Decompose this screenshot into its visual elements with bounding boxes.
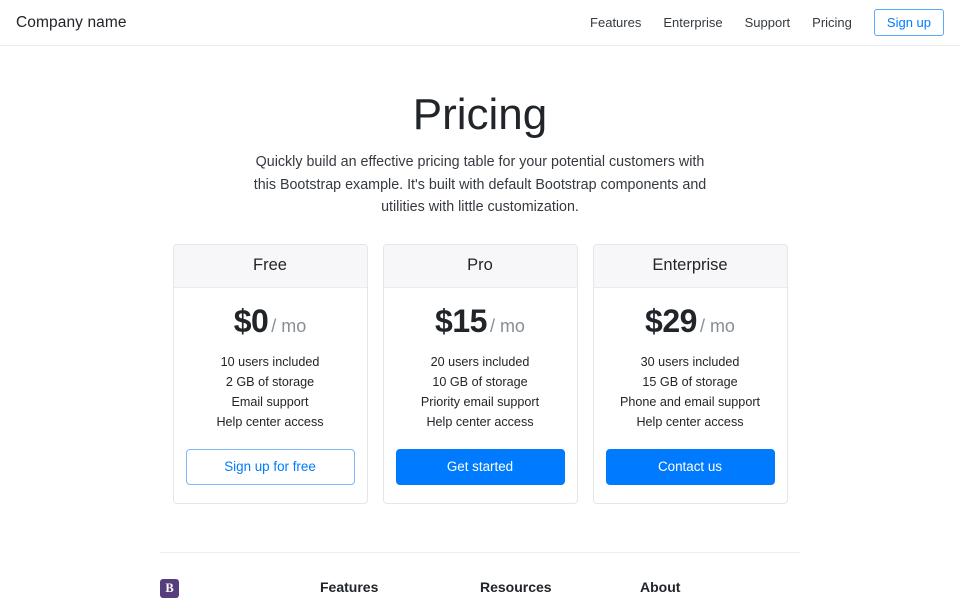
nav-item-pricing[interactable]: Pricing — [801, 16, 863, 29]
main-navigation: Features Enterprise Support Pricing Sign… — [579, 9, 944, 36]
footer-column-resources: Resources Resource Resource name Another… — [480, 579, 640, 600]
plan-feature-item: Phone and email support — [619, 395, 761, 410]
plan-feature-item: 20 users included — [430, 355, 530, 370]
card-body: $0/ mo 10 users included 2 GB of storage… — [174, 288, 367, 503]
pricing-card-pro: Pro $15/ mo 20 users included 10 GB of s… — [382, 244, 578, 504]
card-header: Free — [173, 245, 367, 289]
footer-wrapper: B © 2017 Features Cool stuff Random feat… — [160, 504, 800, 600]
footer-column-features: Features Cool stuff Random feature Team … — [320, 579, 480, 600]
plan-name: Pro — [467, 256, 493, 275]
nav-item-features[interactable]: Features — [579, 16, 652, 29]
card-header: Pro — [383, 245, 577, 289]
footer-column-title: Resources — [480, 578, 552, 595]
card-header: Enterprise — [593, 245, 787, 289]
plan-feature-item: Help center access — [636, 415, 744, 430]
plan-feature-list: 10 users included 2 GB of storage Email … — [216, 353, 323, 433]
plan-price-amount: $0 — [233, 303, 269, 340]
page-lead-text: Quickly build an effective pricing table… — [253, 154, 707, 215]
pricing-card-deck: Free $0/ mo 10 users included 2 GB of st… — [0, 244, 960, 504]
plan-feature-item: 10 users included — [220, 355, 320, 370]
plan-price-amount: $15 — [435, 303, 487, 340]
page-title: Pricing — [412, 90, 548, 139]
plan-cta-button-free[interactable]: Sign up for free — [185, 448, 355, 485]
footer-brand-column: B © 2017 — [160, 578, 320, 600]
plan-cta-button-pro[interactable]: Get started — [395, 448, 565, 485]
sign-up-button[interactable]: Sign up — [873, 9, 944, 36]
site-header: Company name Features Enterprise Support… — [0, 0, 960, 46]
plan-name: Enterprise — [652, 256, 728, 275]
footer-column-title: Features — [320, 578, 379, 595]
plan-price-period: / mo — [271, 316, 307, 337]
bootstrap-logo-icon: B — [160, 578, 179, 598]
card-body: $15/ mo 20 users included 10 GB of stora… — [384, 288, 577, 503]
plan-price-line: $0/ mo — [234, 304, 307, 339]
plan-feature-item: 2 GB of storage — [225, 375, 315, 390]
pricing-card-free: Free $0/ mo 10 users included 2 GB of st… — [172, 244, 368, 504]
plan-feature-item: 30 users included — [640, 355, 740, 370]
nav-item-enterprise[interactable]: Enterprise — [652, 16, 733, 29]
brand-logo[interactable]: Company name — [16, 14, 127, 32]
plan-feature-item: 10 GB of storage — [432, 375, 528, 390]
footer-divider — [160, 551, 800, 553]
plan-price-line: $29/ mo — [645, 304, 735, 339]
plan-feature-list: 20 users included 10 GB of storage Prior… — [421, 353, 539, 433]
footer-column-about: About Team Locations Privacy Terms — [640, 579, 800, 600]
plan-price-line: $15/ mo — [435, 304, 525, 339]
nav-item-support[interactable]: Support — [734, 16, 802, 29]
site-footer: B © 2017 Features Cool stuff Random feat… — [160, 578, 800, 600]
plan-feature-item: Email support — [231, 395, 309, 410]
plan-feature-item: 15 GB of storage — [642, 375, 738, 390]
footer-column-title: About — [640, 578, 681, 595]
pricing-hero: Pricing Quickly build an effective prici… — [250, 46, 710, 218]
card-body: $29/ mo 30 users included 15 GB of stora… — [594, 288, 787, 503]
plan-feature-item: Help center access — [216, 415, 324, 430]
plan-name: Free — [253, 256, 287, 275]
plan-feature-item: Help center access — [426, 415, 534, 430]
plan-cta-button-enterprise[interactable]: Contact us — [605, 448, 775, 485]
pricing-card-enterprise: Enterprise $29/ mo 30 users included 15 … — [592, 244, 788, 504]
plan-feature-item: Priority email support — [420, 395, 540, 410]
plan-price-period: / mo — [699, 316, 735, 337]
plan-feature-list: 30 users included 15 GB of storage Phone… — [620, 353, 760, 433]
plan-price-amount: $29 — [645, 303, 697, 340]
plan-price-period: / mo — [489, 316, 525, 337]
